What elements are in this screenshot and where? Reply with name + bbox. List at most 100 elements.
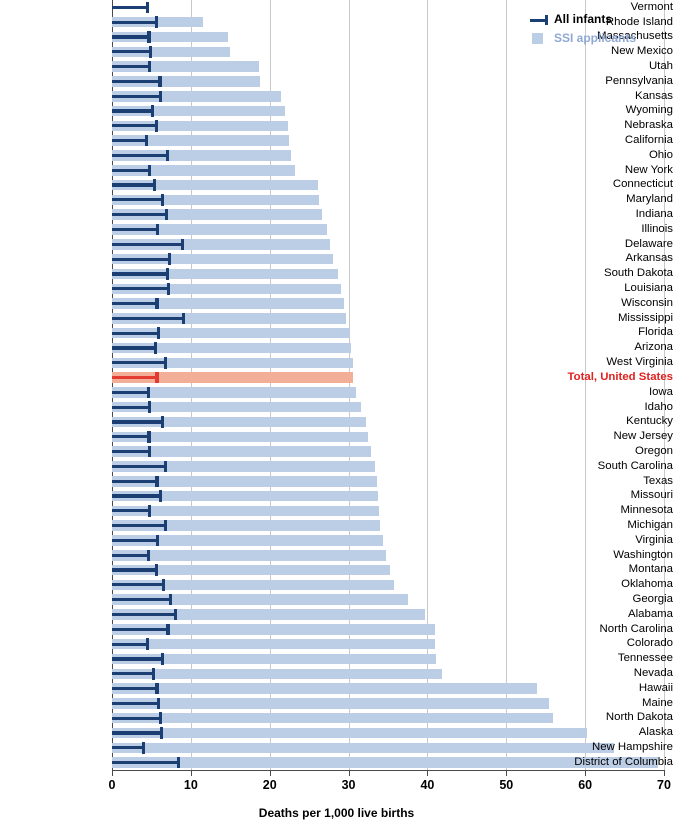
category-label: Maryland [626, 193, 673, 206]
x-axis-tick [427, 770, 429, 776]
bar-ssi-applicants [112, 638, 436, 650]
category-label: North Dakota [605, 711, 673, 724]
bar-endcap [180, 238, 184, 251]
category-label: Mississippi [617, 311, 673, 324]
category-label: Nebraska [624, 119, 673, 132]
bar-endcap [158, 75, 162, 88]
bar-endcap [176, 756, 180, 769]
bar-all-infants [112, 168, 152, 172]
category-label: Montana [628, 563, 673, 576]
bar-ssi-applicants [112, 668, 442, 679]
bar-all-infants [112, 701, 161, 705]
category-label: Tennessee [617, 652, 673, 665]
bar-all-infants [112, 361, 168, 365]
category-label: Illinois [641, 222, 673, 235]
bar-endcap [164, 460, 168, 473]
bar-endcap [153, 342, 157, 354]
bar-endcap [165, 149, 169, 162]
bar-endcap [148, 505, 152, 517]
bar-all-infants [112, 479, 159, 483]
bar-endcap [160, 727, 164, 739]
bar-all-infants [112, 213, 168, 217]
category-label: Arkansas [625, 252, 673, 265]
bar-ssi-applicants [112, 727, 587, 739]
bar-all-infants [112, 627, 170, 631]
bar-all-infants [112, 583, 165, 587]
bar-endcap [154, 564, 158, 576]
bar-endcap [156, 697, 161, 710]
bar-all-infants [112, 242, 184, 246]
bar-endcap [150, 105, 154, 117]
category-label: Idaho [644, 400, 673, 413]
bar-all-infants [112, 553, 150, 557]
legend-item-all-infants[interactable]: All infants [528, 10, 660, 29]
bar-all-infants [112, 598, 172, 602]
bar-all-infants [112, 524, 168, 528]
bar-endcap [164, 357, 168, 369]
bar-endcap [148, 164, 152, 177]
bar-ssi-applicants [112, 505, 379, 517]
bar-endcap [145, 638, 150, 650]
category-label: District of Columbia [574, 755, 673, 768]
category-label: Ohio [648, 148, 673, 161]
x-axis-tick [585, 770, 587, 776]
bar-endcap [149, 46, 153, 58]
bar-all-infants [112, 642, 150, 646]
category-label: Maine [641, 696, 673, 709]
bar-all-infants [112, 494, 163, 498]
x-axis-tick [190, 770, 192, 776]
bar-endcap [145, 1, 150, 14]
bar-endcap [147, 31, 151, 43]
bar-ssi-applicants [112, 742, 614, 754]
category-label: Wisconsin [621, 296, 673, 309]
bar-endcap [167, 253, 172, 265]
category-label: South Carolina [597, 459, 673, 472]
bar-ssi-applicants [112, 712, 553, 724]
bar-endcap [148, 445, 152, 458]
bar-endcap [164, 519, 168, 532]
bar-endcap [154, 120, 158, 132]
bar-all-infants [112, 65, 152, 69]
bar-all-infants [112, 672, 156, 676]
bar-all-infants [112, 346, 157, 350]
bar-all-infants [112, 746, 146, 750]
bar-all-infants [112, 686, 159, 691]
bar-all-infants [112, 5, 150, 9]
category-label: West Virginia [606, 356, 673, 369]
bar-endcap [147, 431, 151, 443]
bar-all-infants [112, 657, 165, 661]
bar-all-infants [112, 50, 153, 54]
bar-all-infants [112, 731, 164, 735]
x-axis-tick-label: 70 [657, 778, 671, 792]
legend-item-ssi-applicants[interactable]: SSI applicants [528, 29, 660, 48]
category-label: Arizona [634, 341, 673, 354]
x-axis-tick-label: 30 [341, 778, 356, 792]
bar-endcap [159, 90, 163, 102]
bar-endcap [141, 742, 146, 754]
bar-all-infants [112, 568, 158, 572]
category-label: South Dakota [603, 267, 673, 280]
category-label: Indiana [635, 208, 673, 220]
category-label: Kansas [635, 89, 673, 102]
category-label: Colorado [626, 637, 673, 650]
category-label: Alaska [638, 726, 673, 739]
bar-all-infants [112, 79, 162, 84]
category-label: Louisiana [624, 282, 673, 295]
category-label: Delaware [624, 237, 673, 250]
bar-all-infants [112, 760, 180, 765]
bar-all-infants [112, 153, 169, 158]
infant-mortality-bar-chart: Vermont Rhode Island Massachusetts New Mexi… [0, 0, 673, 823]
bar-all-infants [112, 35, 151, 39]
category-label: Nevada [633, 667, 673, 680]
bar-all-infants [112, 390, 150, 394]
x-axis-tick [506, 770, 508, 776]
bar-all-infants [112, 272, 169, 276]
bar-ssi-applicants [112, 698, 549, 709]
bar-endcap [161, 579, 165, 591]
bar-endcap [155, 371, 159, 384]
category-label: Michigan [627, 518, 673, 531]
bar-all-infants [112, 183, 157, 187]
category-label: Utah [648, 59, 673, 72]
bar-endcap [174, 608, 178, 621]
x-axis-tick-label: 50 [499, 778, 514, 792]
